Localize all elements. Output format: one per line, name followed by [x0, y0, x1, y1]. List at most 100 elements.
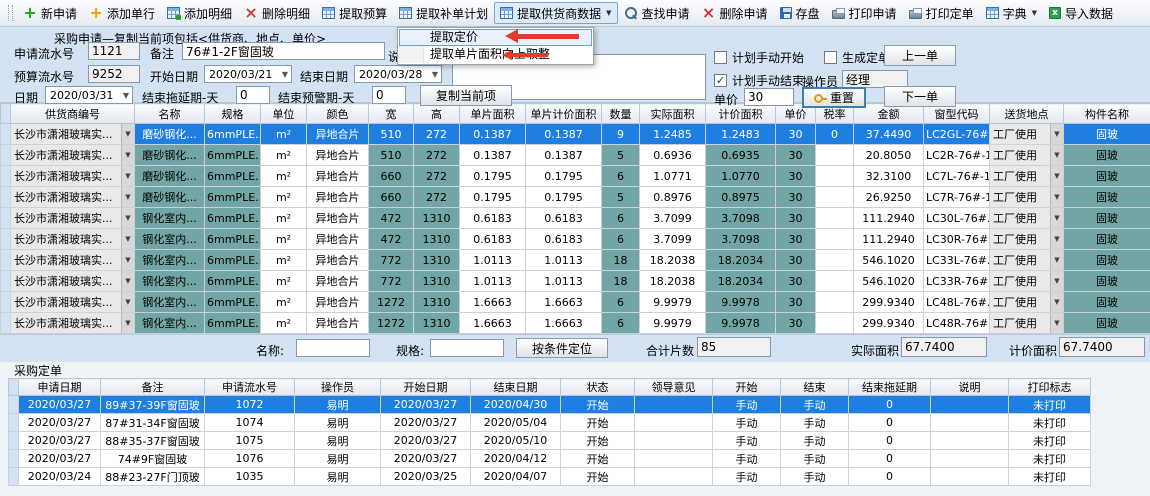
supplier-code-cell[interactable]: 长沙市潇湘玻璃实...▼	[11, 124, 135, 145]
tax-rate-cell	[816, 313, 854, 334]
table-row[interactable]: 长沙市潇湘玻璃实...▼钢化室内...6mmPLE...m²异地合片127213…	[1, 313, 1150, 334]
table-row[interactable]: 长沙市潇湘玻璃实...▼磨砂钢化...6mmPLE...m²异地合片660272…	[1, 187, 1150, 208]
plan-manual-end-checkbox[interactable]: ✓计划手动结束	[714, 72, 804, 89]
toolbar-button-add-row[interactable]: 添加单行	[83, 2, 161, 24]
remark-field[interactable]	[182, 42, 385, 60]
column-header-end-delay: 结束拖延期	[849, 379, 931, 396]
total-pieces-field[interactable]	[697, 337, 771, 357]
filter-spec-input[interactable]	[430, 339, 504, 357]
budget-serial-field[interactable]	[88, 65, 140, 83]
table-row[interactable]: 长沙市潇湘玻璃实...▼钢化室内...6mmPLE...m²异地合片772131…	[1, 271, 1150, 292]
delivery-location-cell[interactable]: 工厂使用▼	[990, 166, 1064, 187]
unit-price-field[interactable]	[744, 88, 794, 106]
width-cell: 472	[369, 208, 414, 229]
table-row[interactable]: 长沙市潇湘玻璃实...▼钢化室内...6mmPLE...m²异地合片127213…	[1, 292, 1150, 313]
toolbar-button-new-request[interactable]: 新申请	[17, 2, 83, 24]
plan-manual-start-checkbox[interactable]: 计划手动开始	[714, 49, 804, 66]
print-flag-cell: 未打印	[1009, 450, 1091, 468]
table-row[interactable]: 2020/03/2788#35-37F窗固玻1075易明2020/03/2720…	[9, 432, 1091, 450]
toolbar-button-add-detail[interactable]: 添加明细	[161, 2, 238, 24]
locate-by-condition-button[interactable]: 按条件定位	[516, 338, 608, 358]
serial-field[interactable]	[88, 42, 140, 60]
delivery-location-cell[interactable]: 工厂使用▼	[990, 208, 1064, 229]
row-indicator	[9, 432, 19, 450]
chevron-down-icon: ▼	[121, 145, 134, 165]
start-date-cell: 2020/03/27	[381, 450, 471, 468]
toolbar-button-save[interactable]: 存盘	[774, 2, 826, 24]
prev-order-button[interactable]: 上一单	[884, 45, 956, 66]
reset-button[interactable]: 重置	[802, 87, 866, 108]
supplier-code-cell[interactable]: 长沙市潇湘玻璃实...▼	[11, 187, 135, 208]
supplier-code-value: 长沙市潇湘玻璃实...	[11, 315, 121, 331]
chevron-down-icon: ▼	[1050, 145, 1063, 165]
date-select[interactable]: 2020/03/31▼	[45, 86, 133, 104]
toolbar-button-delete-detail[interactable]: 删除明细	[238, 2, 316, 24]
piece-area-cell: 1.6663	[460, 292, 526, 313]
table-row[interactable]: 长沙市潇湘玻璃实...▼磨砂钢化...6mmPLE...m²异地合片510272…	[1, 145, 1150, 166]
delivery-location-cell[interactable]: 工厂使用▼	[990, 187, 1064, 208]
menu-item-extract-piece-area-round-up[interactable]: 提取单片面积向上取整	[399, 46, 592, 63]
next-order-button[interactable]: 下一单	[884, 86, 956, 107]
priced-area-cell: 18.2034	[706, 271, 776, 292]
grid-icon	[986, 7, 999, 19]
supplier-code-cell[interactable]: 长沙市潇湘玻璃实...▼	[11, 166, 135, 187]
table-row[interactable]: 长沙市潇湘玻璃实...▼钢化室内...6mmPLE...m²异地合片472131…	[1, 229, 1150, 250]
priced-area-field[interactable]	[1059, 337, 1145, 357]
name-cell: 钢化室内...	[135, 313, 205, 334]
toolbar-button-print-request[interactable]: 打印申请	[826, 2, 903, 24]
delivery-location-cell[interactable]: 工厂使用▼	[990, 292, 1064, 313]
delivery-location-cell[interactable]: 工厂使用▼	[990, 124, 1064, 145]
table-row[interactable]: 长沙市潇湘玻璃实...▼磨砂钢化...6mmPLE...m²异地合片510272…	[1, 124, 1150, 145]
row-indicator	[1, 313, 11, 334]
end-delay-field[interactable]	[236, 86, 270, 104]
row-indicator	[1, 166, 11, 187]
end-warning-field[interactable]	[372, 86, 406, 104]
actual-area-field[interactable]	[901, 337, 987, 357]
filter-name-input[interactable]	[296, 339, 370, 357]
delivery-location-cell[interactable]: 工厂使用▼	[990, 271, 1064, 292]
table-row[interactable]: 长沙市潇湘玻璃实...▼磨砂钢化...6mmPLE...m²异地合片660272…	[1, 166, 1150, 187]
supplier-code-cell[interactable]: 长沙市潇湘玻璃实...▼	[11, 145, 135, 166]
start-date-select[interactable]: 2020/03/21▼	[204, 65, 292, 83]
delivery-location-cell[interactable]: 工厂使用▼	[990, 250, 1064, 271]
supplier-code-cell[interactable]: 长沙市潇湘玻璃实...▼	[11, 229, 135, 250]
toolbar-button-print-order[interactable]: 打印定单	[903, 2, 980, 24]
table-row[interactable]: 2020/03/2787#31-34F窗固玻1074易明2020/03/2720…	[9, 414, 1091, 432]
height-cell: 1310	[414, 229, 460, 250]
delivery-location-cell[interactable]: 工厂使用▼	[990, 313, 1064, 334]
toolbar-button-label: 字典	[1003, 5, 1027, 22]
toolbar-button-import-data[interactable]: 导入数据	[1043, 2, 1119, 24]
plus-gold-icon	[89, 6, 103, 20]
annotation-arrow	[502, 50, 548, 61]
column-header-remark: 备注	[101, 379, 205, 396]
piece-priced-area-cell: 0.1795	[526, 166, 602, 187]
delivery-location-cell[interactable]: 工厂使用▼	[990, 229, 1064, 250]
copy-current-button[interactable]: 复制当前项	[420, 85, 512, 106]
toolbar-button-delete-request[interactable]: 删除申请	[696, 2, 774, 24]
toolbar-button-find-request[interactable]: 查找申请	[618, 2, 696, 24]
table-row[interactable]: 2020/03/2789#37-39F窗固玻1072易明2020/03/2720…	[9, 396, 1091, 414]
toolbar-button-extract-supplement-plan[interactable]: 提取补单计划	[393, 2, 494, 24]
supplier-code-cell[interactable]: 长沙市潇湘玻璃实...▼	[11, 292, 135, 313]
generate-order-checkbox[interactable]: 生成定单	[824, 49, 890, 66]
chevron-down-icon: ▼	[432, 70, 438, 79]
column-header-status: 状态	[561, 379, 635, 396]
end-delay-cell: 0	[849, 432, 931, 450]
table-row[interactable]: 长沙市潇湘玻璃实...▼钢化室内...6mmPLE...m²异地合片472131…	[1, 208, 1150, 229]
column-header-end-date: 结束日期	[471, 379, 561, 396]
tax-rate-cell	[816, 292, 854, 313]
table-row[interactable]: 2020/03/2774#9F窗固玻1076易明2020/03/272020/0…	[9, 450, 1091, 468]
toolbar-button-dictionary[interactable]: 字典▼	[980, 2, 1043, 24]
delivery-location-cell[interactable]: 工厂使用▼	[990, 145, 1064, 166]
table-row[interactable]: 2020/03/2488#23-27F门顶玻1035易明2020/03/2520…	[9, 468, 1091, 486]
toolbar-button-extract-budget[interactable]: 提取预算	[316, 2, 393, 24]
supplier-code-cell[interactable]: 长沙市潇湘玻璃实...▼	[11, 208, 135, 229]
supplier-code-cell[interactable]: 长沙市潇湘玻璃实...▼	[11, 250, 135, 271]
table-row[interactable]: 长沙市潇湘玻璃实...▼钢化室内...6mmPLE...m²异地合片772131…	[1, 250, 1150, 271]
end-date-select[interactable]: 2020/03/28▼	[354, 65, 442, 83]
supplier-code-cell[interactable]: 长沙市潇湘玻璃实...▼	[11, 271, 135, 292]
supplier-code-cell[interactable]: 长沙市潇湘玻璃实...▼	[11, 313, 135, 334]
chevron-down-icon: ▼	[121, 166, 134, 186]
orders-grid: 申请日期备注申请流水号操作员开始日期结束日期状态领导意见开始结束结束拖延期说明打…	[0, 378, 1150, 486]
toolbar-button-extract-supplier-data[interactable]: 提取供货商数据▼	[494, 2, 617, 24]
